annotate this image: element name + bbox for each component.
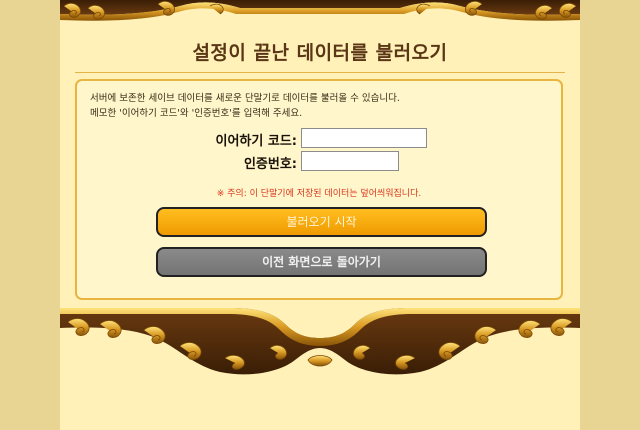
back-button[interactable]: 이전 화면으로 돌아가기 — [156, 247, 487, 277]
description-line: 서버에 보존한 세이브 데이터를 새로운 단말기로 데이터를 불러올 수 있습니… — [90, 93, 400, 104]
start-load-button[interactable]: 불러오기 시작 — [156, 207, 487, 237]
auth-number-label: 인증번호: — [243, 157, 297, 172]
continue-code-input[interactable] — [301, 128, 427, 148]
bottom-ornament-icon — [60, 308, 580, 375]
page-title: 설정이 끝난 데이터를 불러오기 — [192, 42, 448, 64]
load-data-panel: 서버에 보존한 세이브 데이터를 새로운 단말기로 데이터를 불러올 수 있습니… — [75, 79, 563, 300]
overwrite-warning: ※ 주의: 이 단말기에 저장된 데이터는 덮어씌워집니다. — [216, 189, 422, 199]
top-ornament-icon — [60, 0, 580, 21]
description-line: 메모한 '이어하기 코드'와 '인증번호'를 입력해 주세요. — [90, 108, 303, 119]
auth-number-input[interactable] — [301, 151, 399, 171]
title-divider — [75, 72, 565, 73]
dialog-frame: 설정이 끝난 데이터를 불러오기 서버에 보존한 세이브 데이터를 새로운 단말… — [60, 0, 580, 430]
continue-code-label: 이어하기 코드: — [215, 134, 298, 149]
panel-description: 서버에 보존한 세이브 데이터를 새로운 단말기로 데이터를 불러올 수 있습니… — [90, 91, 400, 121]
